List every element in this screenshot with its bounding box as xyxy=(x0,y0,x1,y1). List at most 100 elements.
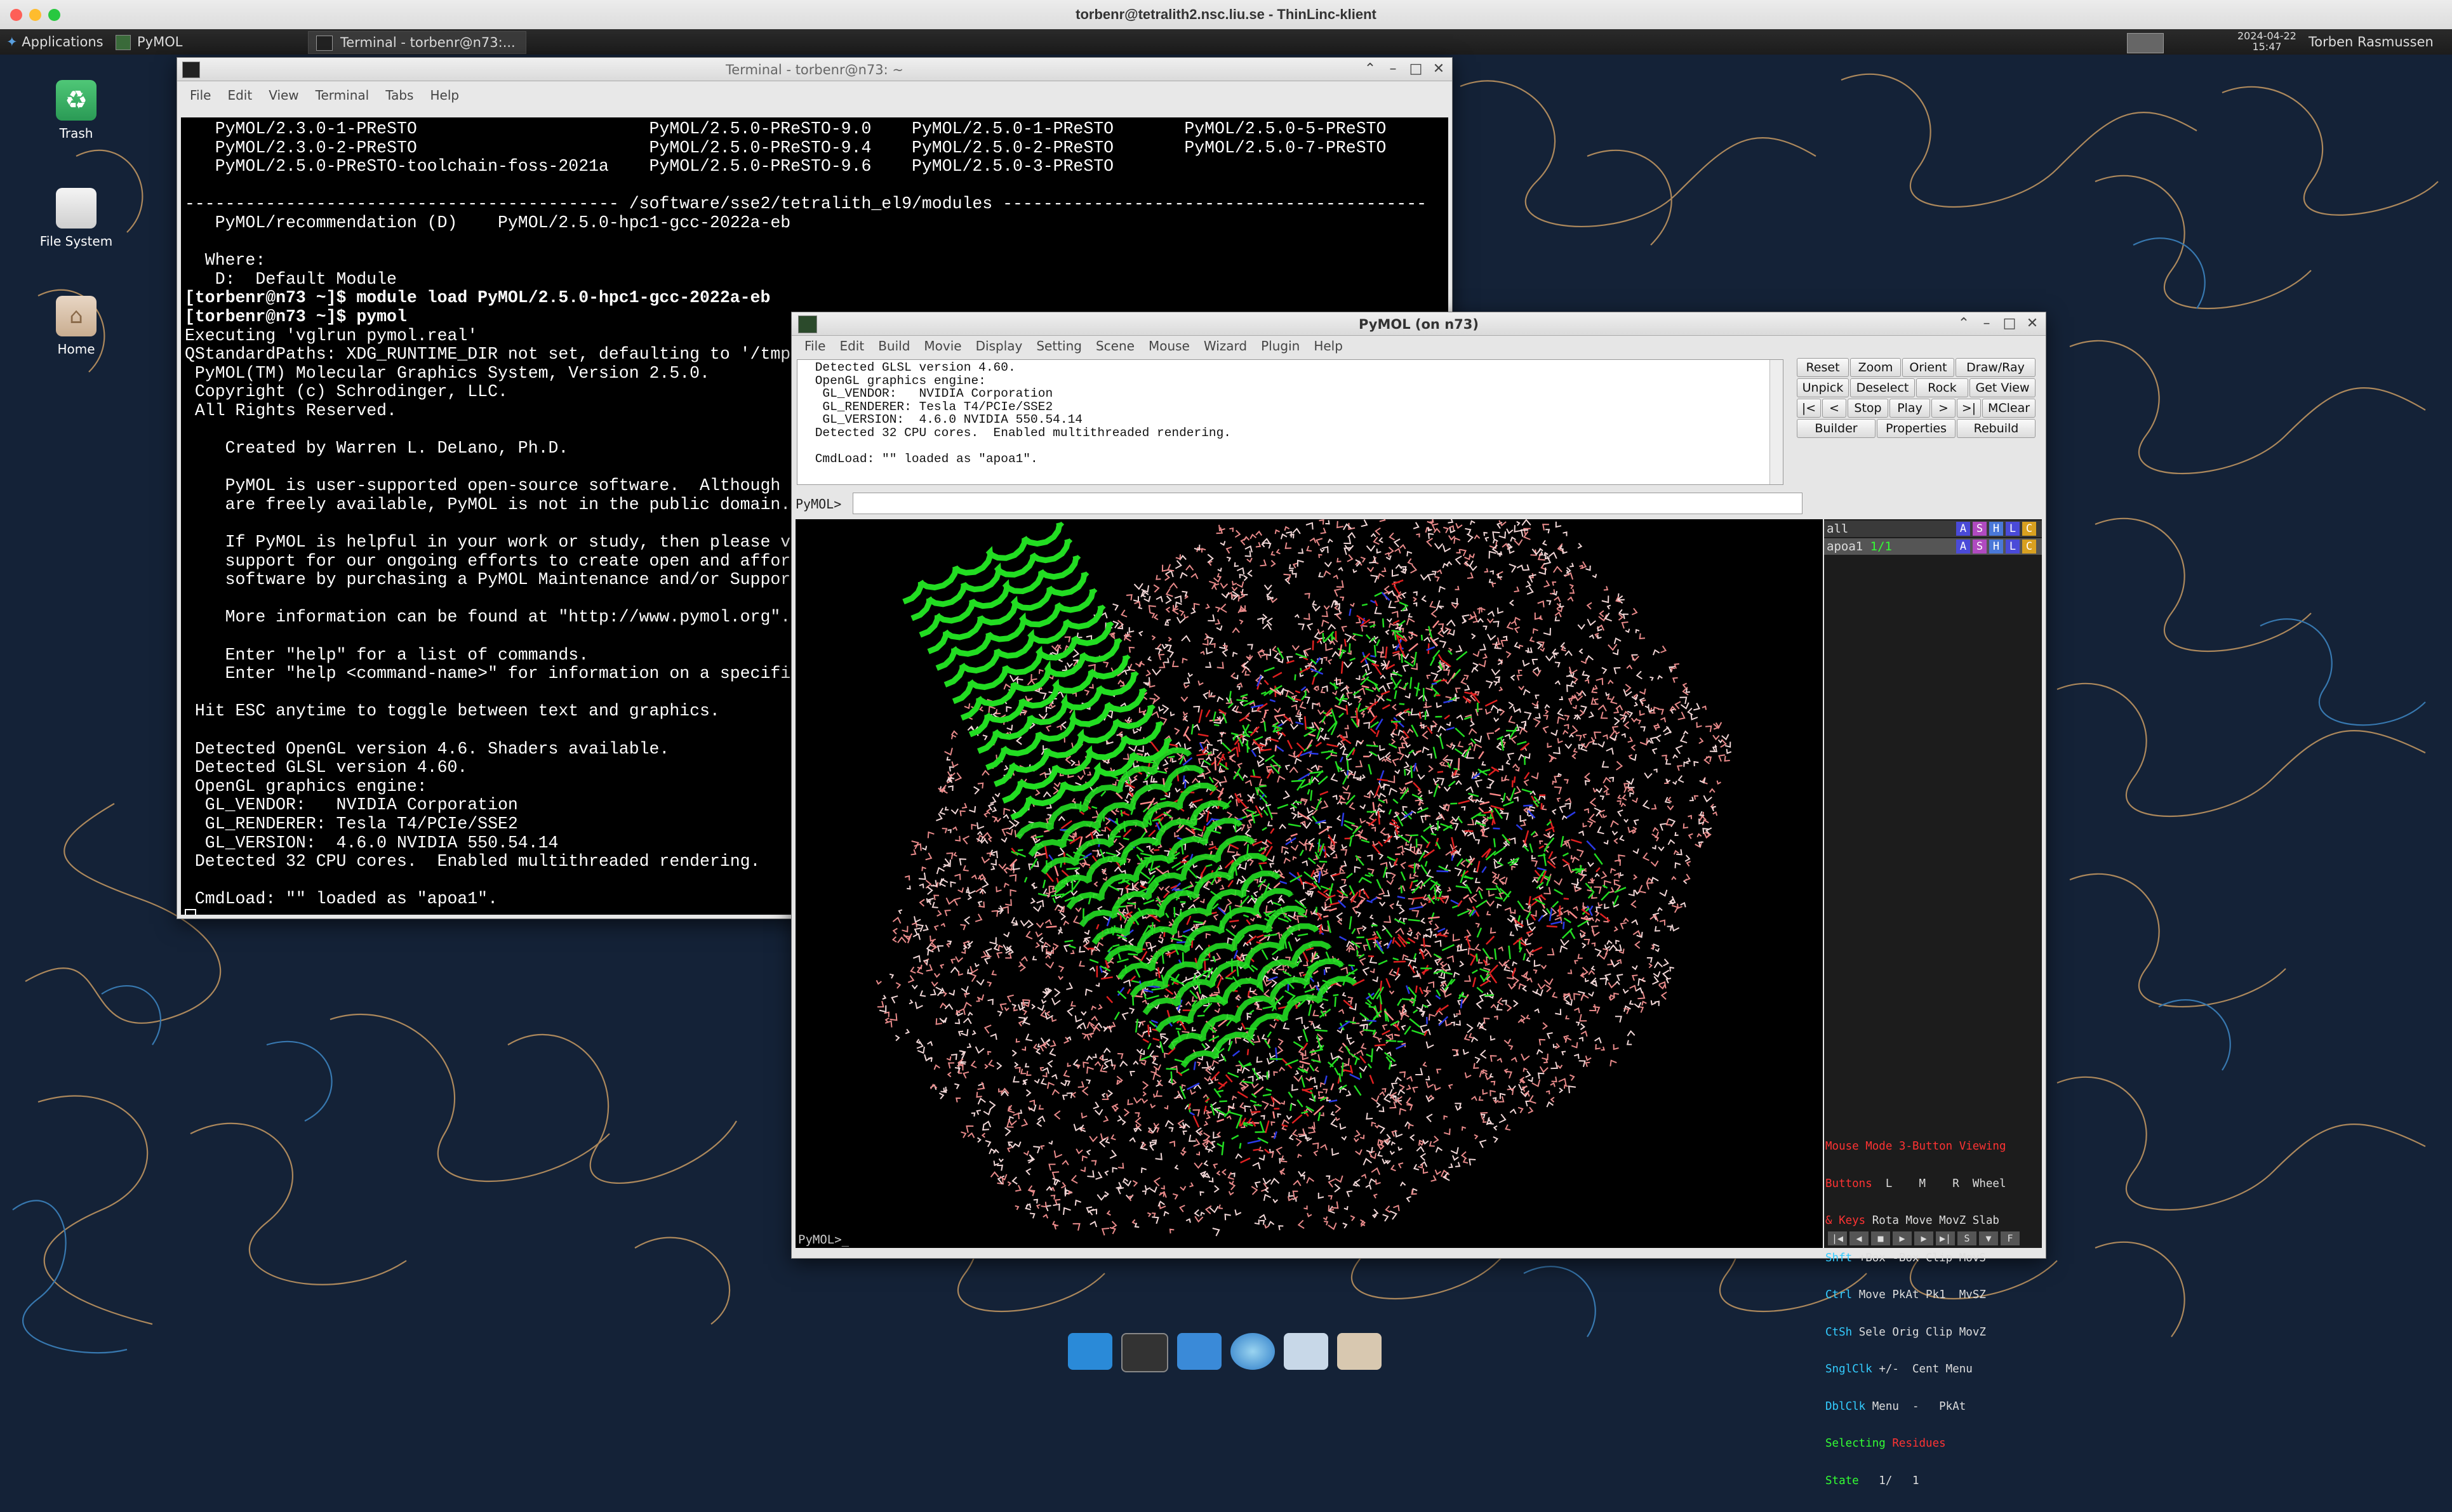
maximize-icon[interactable]: □ xyxy=(1409,61,1423,77)
color-button[interactable]: C xyxy=(2022,522,2036,536)
show-button[interactable]: S xyxy=(1973,540,1987,554)
color-button[interactable]: C xyxy=(2022,540,2036,554)
menu-edit[interactable]: Edit xyxy=(227,88,252,103)
mouse-mode-info[interactable]: Mouse Mode 3-Button Viewing Buttons L M … xyxy=(1825,1116,2041,1512)
taskbar-terminal[interactable]: Terminal - torbenr@n73:... xyxy=(308,31,526,54)
stop-button[interactable]: Stop xyxy=(1848,399,1888,418)
scene-icon[interactable]: S xyxy=(1957,1231,1976,1245)
unpick-button[interactable]: Unpick xyxy=(1797,378,1849,397)
menu-terminal[interactable]: Terminal xyxy=(316,88,370,103)
next-frame-button[interactable]: > xyxy=(1931,399,1956,418)
menu-display[interactable]: Display xyxy=(976,338,1023,354)
mouse-mode-value: 3-Button Viewing xyxy=(1899,1140,2006,1153)
terminal-line: PyMOL/2.3.0-2-PReSTO PyMOL/2.5.0-PReSTO-… xyxy=(185,138,1386,157)
fullscreen-icon[interactable]: F xyxy=(2001,1231,2020,1245)
label-button[interactable]: L xyxy=(2006,522,2020,536)
menu-help[interactable]: Help xyxy=(430,88,459,103)
menu-movie[interactable]: Movie xyxy=(924,338,961,354)
menu-setting[interactable]: Setting xyxy=(1036,338,1082,354)
builder-button[interactable]: Builder xyxy=(1797,419,1876,438)
desktop-show-icon[interactable] xyxy=(1068,1333,1112,1370)
play-icon[interactable]: ▶ xyxy=(1893,1231,1912,1245)
user-menu[interactable]: Torben Rasmussen xyxy=(2309,33,2434,51)
menu-plugin[interactable]: Plugin xyxy=(1261,338,1300,354)
orient-button[interactable]: Orient xyxy=(1902,358,1954,377)
object-row-all[interactable]: all A S H L C xyxy=(1824,521,2042,537)
folder-icon[interactable] xyxy=(1337,1333,1382,1370)
action-button[interactable]: A xyxy=(1956,522,1970,536)
object-row-apoa1[interactable]: apoa1 1/1 A S H L C xyxy=(1824,538,2042,555)
terminal-titlebar[interactable]: Terminal - torbenr@n73: ~ ⌃ – □ ✕ xyxy=(177,58,1452,81)
mclear-button[interactable]: MClear xyxy=(1982,399,2036,418)
menu-file[interactable]: File xyxy=(804,338,825,354)
close-icon[interactable]: ✕ xyxy=(2025,315,2039,331)
step-back-icon[interactable]: ◀ xyxy=(1849,1231,1869,1245)
zoom-button[interactable]: Zoom xyxy=(1850,358,1901,377)
prev-frame-button[interactable]: < xyxy=(1822,399,1846,418)
stop-icon[interactable]: ■ xyxy=(1871,1231,1890,1245)
menu-tabs[interactable]: Tabs xyxy=(385,88,413,103)
close-icon[interactable]: ✕ xyxy=(1432,61,1446,77)
clock[interactable]: 2024-04-22 15:47 xyxy=(2237,30,2296,48)
pymol-titlebar[interactable]: PyMOL (on n73) ⌃ – □ ✕ xyxy=(792,312,2046,336)
menu-edit[interactable]: Edit xyxy=(839,338,864,354)
get-view-button[interactable]: Get View xyxy=(1969,378,2036,397)
command-input[interactable] xyxy=(853,493,1802,514)
terminal-line: More information can be found at "http:/… xyxy=(185,607,790,627)
minimize-icon[interactable]: – xyxy=(1980,315,1994,331)
menu-build[interactable]: Build xyxy=(878,338,910,354)
step-forward-icon[interactable]: ▶ xyxy=(1914,1231,1933,1245)
maximize-icon[interactable]: □ xyxy=(2002,315,2016,331)
pymol-task-label: PyMOL xyxy=(137,34,182,50)
rewind-icon[interactable]: |◀ xyxy=(1828,1231,1847,1245)
buttons-label: Buttons xyxy=(1825,1177,1872,1190)
draw-ray-button[interactable]: Draw/Ray xyxy=(1956,358,2036,377)
minimize-icon[interactable]: – xyxy=(1386,61,1400,77)
desktop-icon-trash[interactable]: ♻ Trash xyxy=(29,80,124,141)
terminal-line: PyMOL/recommendation (D) PyMOL/2.5.0-hpc… xyxy=(185,213,790,232)
display-icon[interactable] xyxy=(2127,33,2164,53)
terminal-line: Enter "help <command-name>" for informat… xyxy=(185,664,801,683)
file-manager-icon[interactable] xyxy=(1177,1333,1222,1370)
pymol-output-log[interactable]: Detected GLSL version 4.60. OpenGL graph… xyxy=(797,359,1783,485)
output-scrollbar[interactable] xyxy=(1769,360,1783,484)
terminal-task-icon xyxy=(316,36,333,51)
hide-button[interactable]: H xyxy=(1989,540,2003,554)
show-button[interactable]: S xyxy=(1973,522,1987,536)
play-button[interactable]: Play xyxy=(1889,399,1930,418)
chevron-up-icon[interactable]: ⌃ xyxy=(1957,315,1971,331)
label-button[interactable]: L xyxy=(2006,540,2020,554)
last-frame-button[interactable]: >| xyxy=(1957,399,1981,418)
menu-mouse[interactable]: Mouse xyxy=(1149,338,1190,354)
menu-wizard[interactable]: Wizard xyxy=(1204,338,1247,354)
terminal-launcher-icon[interactable] xyxy=(1121,1333,1168,1372)
rebuild-button[interactable]: Rebuild xyxy=(1957,419,2036,438)
fast-forward-icon[interactable]: ▶| xyxy=(1936,1231,1955,1245)
rock-button[interactable]: Rock xyxy=(1916,378,1968,397)
menu-scene[interactable]: Scene xyxy=(1096,338,1135,354)
hide-button[interactable]: H xyxy=(1989,522,2003,536)
pymol-3d-viewport[interactable]: PyMOL>_ xyxy=(796,519,1823,1248)
terminal-line: If PyMOL is helpful in your work or stud… xyxy=(185,533,811,552)
terminal-task-label: Terminal - torbenr@n73:... xyxy=(340,35,516,50)
pymol-output-line: CmdLoad: "" loaded as "apoa1". xyxy=(808,452,1038,466)
desktop-icon-home[interactable]: ⌂ Home xyxy=(29,296,124,357)
app-finder-icon[interactable] xyxy=(1284,1333,1328,1370)
menu-help[interactable]: Help xyxy=(1314,338,1343,354)
chevron-up-icon[interactable]: ⌃ xyxy=(1363,61,1377,77)
web-browser-icon[interactable] xyxy=(1230,1333,1275,1370)
menu-view[interactable]: View xyxy=(269,88,298,103)
properties-button[interactable]: Properties xyxy=(1877,419,1956,438)
taskbar-pymol[interactable]: PyMOL xyxy=(116,33,182,51)
reset-button[interactable]: Reset xyxy=(1797,358,1849,377)
deselect-button[interactable]: Deselect xyxy=(1850,378,1915,397)
desktop-icon-file-system[interactable]: File System xyxy=(29,188,124,249)
first-frame-button[interactable]: |< xyxy=(1797,399,1821,418)
menu-file[interactable]: File xyxy=(190,88,211,103)
pymol-menubar: File Edit Build Movie Display Setting Sc… xyxy=(792,336,2046,355)
top-panel: ✦ Applications PyMOL Terminal - torbenr@… xyxy=(0,29,2452,55)
applications-menu[interactable]: ✦ Applications xyxy=(6,33,103,51)
viewport-prompt: PyMOL>_ xyxy=(798,1233,849,1247)
action-button[interactable]: A xyxy=(1956,540,1970,554)
scene-menu-icon[interactable]: ▼ xyxy=(1979,1231,1998,1245)
